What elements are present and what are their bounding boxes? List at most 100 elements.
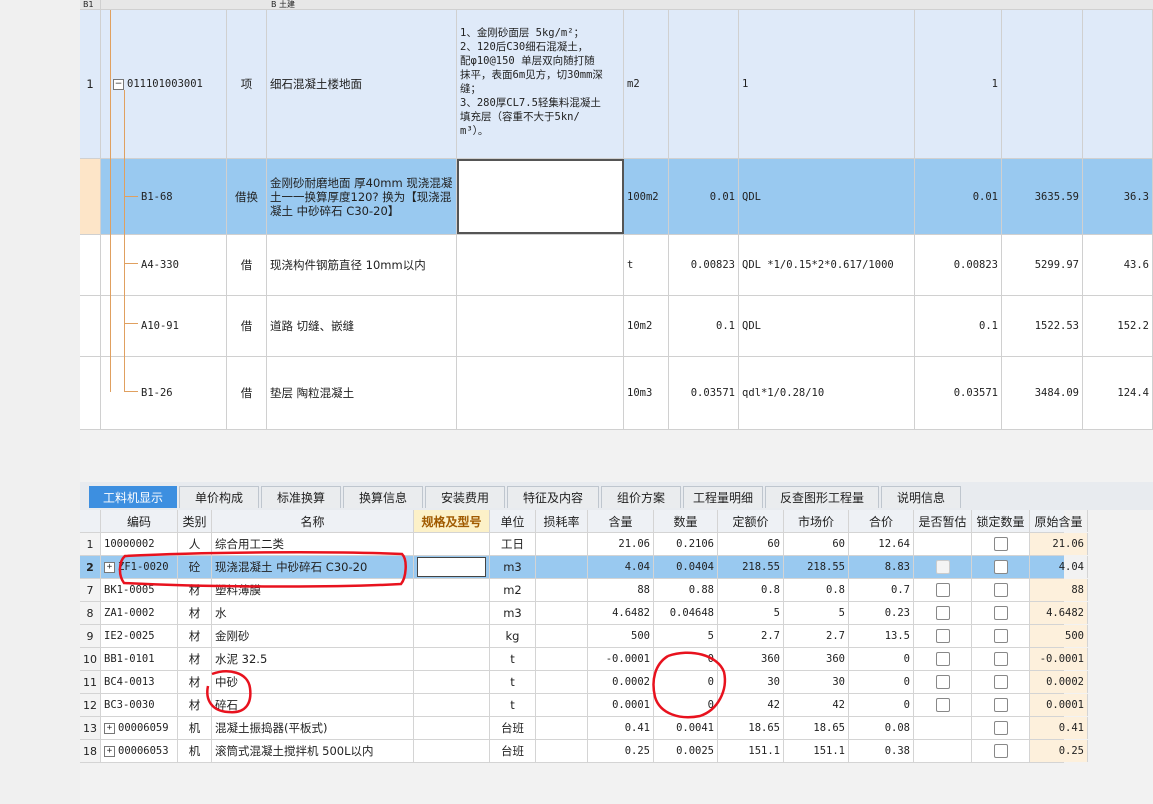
column-header-orig[interactable]: 原始含量 — [1030, 510, 1088, 532]
lock-qty-cell[interactable] — [972, 602, 1030, 624]
column-header-loss[interactable]: 损耗率 — [536, 510, 588, 532]
lock-qty-cell[interactable] — [972, 625, 1030, 647]
estimate-checkbox[interactable] — [935, 606, 950, 620]
item-expr[interactable]: QDL *1/0.15*2*0.617/1000 — [739, 234, 915, 295]
material-mprice[interactable]: 151.1 — [784, 740, 849, 762]
item-feature[interactable]: 1、金刚砂面层 5kg/m²； 2、120后C30细石混凝土， 配φ10@150… — [457, 10, 624, 158]
estimate-cell[interactable] — [914, 740, 972, 762]
tab-3[interactable]: 标准换算 — [261, 486, 341, 508]
estimate-cell[interactable] — [914, 579, 972, 601]
material-content[interactable]: 0.41 — [588, 717, 654, 739]
item-expr[interactable]: qdl*1/0.28/10 — [739, 356, 915, 429]
material-qty[interactable]: 0.2106 — [654, 533, 718, 555]
column-header-unit[interactable]: 单位 — [490, 510, 536, 532]
lock-qty-cell[interactable] — [972, 671, 1030, 693]
lock-checkbox[interactable] — [993, 629, 1008, 643]
estimate-cell[interactable] — [914, 625, 972, 647]
quota-row[interactable]: A4-330 借现浇构件钢筋直径 10mm以内 t 0.00823 QDL *1/0.1… — [80, 234, 1153, 296]
material-mprice[interactable]: 5 — [784, 602, 849, 624]
item-name[interactable]: 道路 切缝、嵌缝 — [267, 295, 457, 356]
material-row[interactable]: 13 +00006059 机混凝土振捣器(平板式) 台班 0.41 0.0041 18.65… — [80, 717, 1088, 740]
material-mprice[interactable]: 30 — [784, 671, 849, 693]
spec-cell[interactable] — [414, 717, 490, 739]
lock-checkbox[interactable] — [993, 721, 1008, 735]
spec-cell[interactable] — [414, 671, 490, 693]
column-header-qty[interactable]: 数量 — [654, 510, 718, 532]
estimate-checkbox[interactable] — [935, 583, 950, 597]
lock-checkbox[interactable] — [993, 744, 1008, 758]
material-mprice[interactable]: 60 — [784, 533, 849, 555]
material-content[interactable]: 500 — [588, 625, 654, 647]
item-feature[interactable] — [457, 356, 624, 429]
material-mprice[interactable]: 2.7 — [784, 625, 849, 647]
column-header-code[interactable]: 编码 — [101, 510, 178, 532]
estimate-checkbox[interactable] — [935, 560, 950, 574]
estimate-cell[interactable] — [914, 533, 972, 555]
material-row[interactable]: 1 10000002 人综合用工二类 工日 21.06 0.2106 60 60 12.64 21… — [80, 533, 1088, 556]
estimate-cell[interactable] — [914, 602, 972, 624]
column-header-lock[interactable]: 锁定数量 — [972, 510, 1030, 532]
column-header-name[interactable]: 名称 — [212, 510, 414, 532]
material-qty[interactable]: 0.0025 — [654, 740, 718, 762]
item-name[interactable]: 细石混凝土楼地面 — [267, 10, 457, 158]
spec-cell[interactable] — [414, 625, 490, 647]
item-expr[interactable]: QDL — [739, 295, 915, 356]
tab-9[interactable]: 反查图形工程量 — [765, 486, 879, 508]
column-header-dprice[interactable]: 定额价 — [718, 510, 784, 532]
material-mprice[interactable]: 42 — [784, 694, 849, 716]
expand-icon[interactable]: + — [104, 745, 115, 757]
material-mprice[interactable]: 218.55 — [784, 556, 849, 578]
material-mprice[interactable]: 0.8 — [784, 579, 849, 601]
material-content[interactable]: 21.06 — [588, 533, 654, 555]
feature-edit-box[interactable] — [457, 159, 624, 234]
tab-10[interactable]: 说明信息 — [881, 486, 961, 508]
material-qty[interactable]: 0.88 — [654, 579, 718, 601]
tab-6[interactable]: 特征及内容 — [507, 486, 599, 508]
material-qty[interactable]: 0.0404 — [654, 556, 718, 578]
material-mprice[interactable]: 18.65 — [784, 717, 849, 739]
material-row[interactable]: 12 BC3-0030 材碎石 t 0.0001 0 42 42 0 0.0001 — [80, 694, 1088, 717]
estimate-checkbox[interactable] — [935, 698, 950, 712]
material-content[interactable]: 0.0001 — [588, 694, 654, 716]
material-content[interactable]: 88 — [588, 579, 654, 601]
item-expr[interactable]: 1 — [739, 10, 915, 158]
estimate-cell[interactable] — [914, 556, 972, 578]
spec-cell[interactable] — [414, 648, 490, 670]
lock-qty-cell[interactable] — [972, 648, 1030, 670]
material-mprice[interactable]: 360 — [784, 648, 849, 670]
tab-7[interactable]: 组价方案 — [601, 486, 681, 508]
column-header-content[interactable]: 含量 — [588, 510, 654, 532]
estimate-cell[interactable] — [914, 694, 972, 716]
lock-qty-cell[interactable] — [972, 556, 1030, 578]
material-qty[interactable]: 0 — [654, 671, 718, 693]
lock-checkbox[interactable] — [993, 537, 1008, 551]
material-row[interactable]: 8 ZA1-0002 材水 m3 4.6482 0.04648 5 5 0.23 4.6482 — [80, 602, 1088, 625]
material-qty[interactable]: 0 — [654, 648, 718, 670]
item-name[interactable]: 金刚砂耐磨地面 厚40mm 现浇混凝土一一换算厚度120? 换为【现浇混凝土 中… — [267, 159, 457, 234]
quota-row[interactable]: A10-91 借道路 切缝、嵌缝 10m2 0.1 QDL 0.1 1522.53 152.2 — [80, 295, 1153, 357]
material-content[interactable]: 0.0002 — [588, 671, 654, 693]
tab-8[interactable]: 工程量明细 — [683, 486, 763, 508]
material-content[interactable]: 4.04 — [588, 556, 654, 578]
lock-checkbox[interactable] — [993, 606, 1008, 620]
lock-qty-cell[interactable] — [972, 533, 1030, 555]
item-feature[interactable] — [457, 295, 624, 356]
collapse-icon[interactable]: − — [113, 78, 124, 90]
material-qty[interactable]: 0 — [654, 694, 718, 716]
bill-item-row[interactable]: 1−011101003001 项细石混凝土楼地面 1、金刚砂面层 5kg/m²； 2… — [80, 10, 1153, 159]
tab-5[interactable]: 安装费用 — [425, 486, 505, 508]
quota-row[interactable]: B1-68 借换 金刚砂耐磨地面 厚40mm 现浇混凝土一一换算厚度120? 换为【… — [80, 159, 1153, 235]
spec-cell[interactable] — [414, 602, 490, 624]
expand-icon[interactable]: + — [104, 722, 115, 734]
material-qty[interactable]: 0.04648 — [654, 602, 718, 624]
estimate-checkbox[interactable] — [935, 629, 950, 643]
lock-checkbox[interactable] — [993, 675, 1008, 689]
lock-qty-cell[interactable] — [972, 740, 1030, 762]
spec-cell[interactable] — [414, 579, 490, 601]
material-qty[interactable]: 0.0041 — [654, 717, 718, 739]
material-qty[interactable]: 5 — [654, 625, 718, 647]
column-header-est[interactable]: 是否暂估 — [914, 510, 972, 532]
material-row[interactable]: 9 IE2-0025 材金刚砂 kg 500 5 2.7 2.7 13.5 500 — [80, 625, 1088, 648]
expand-icon[interactable]: + — [104, 561, 115, 573]
tab-4[interactable]: 换算信息 — [343, 486, 423, 508]
